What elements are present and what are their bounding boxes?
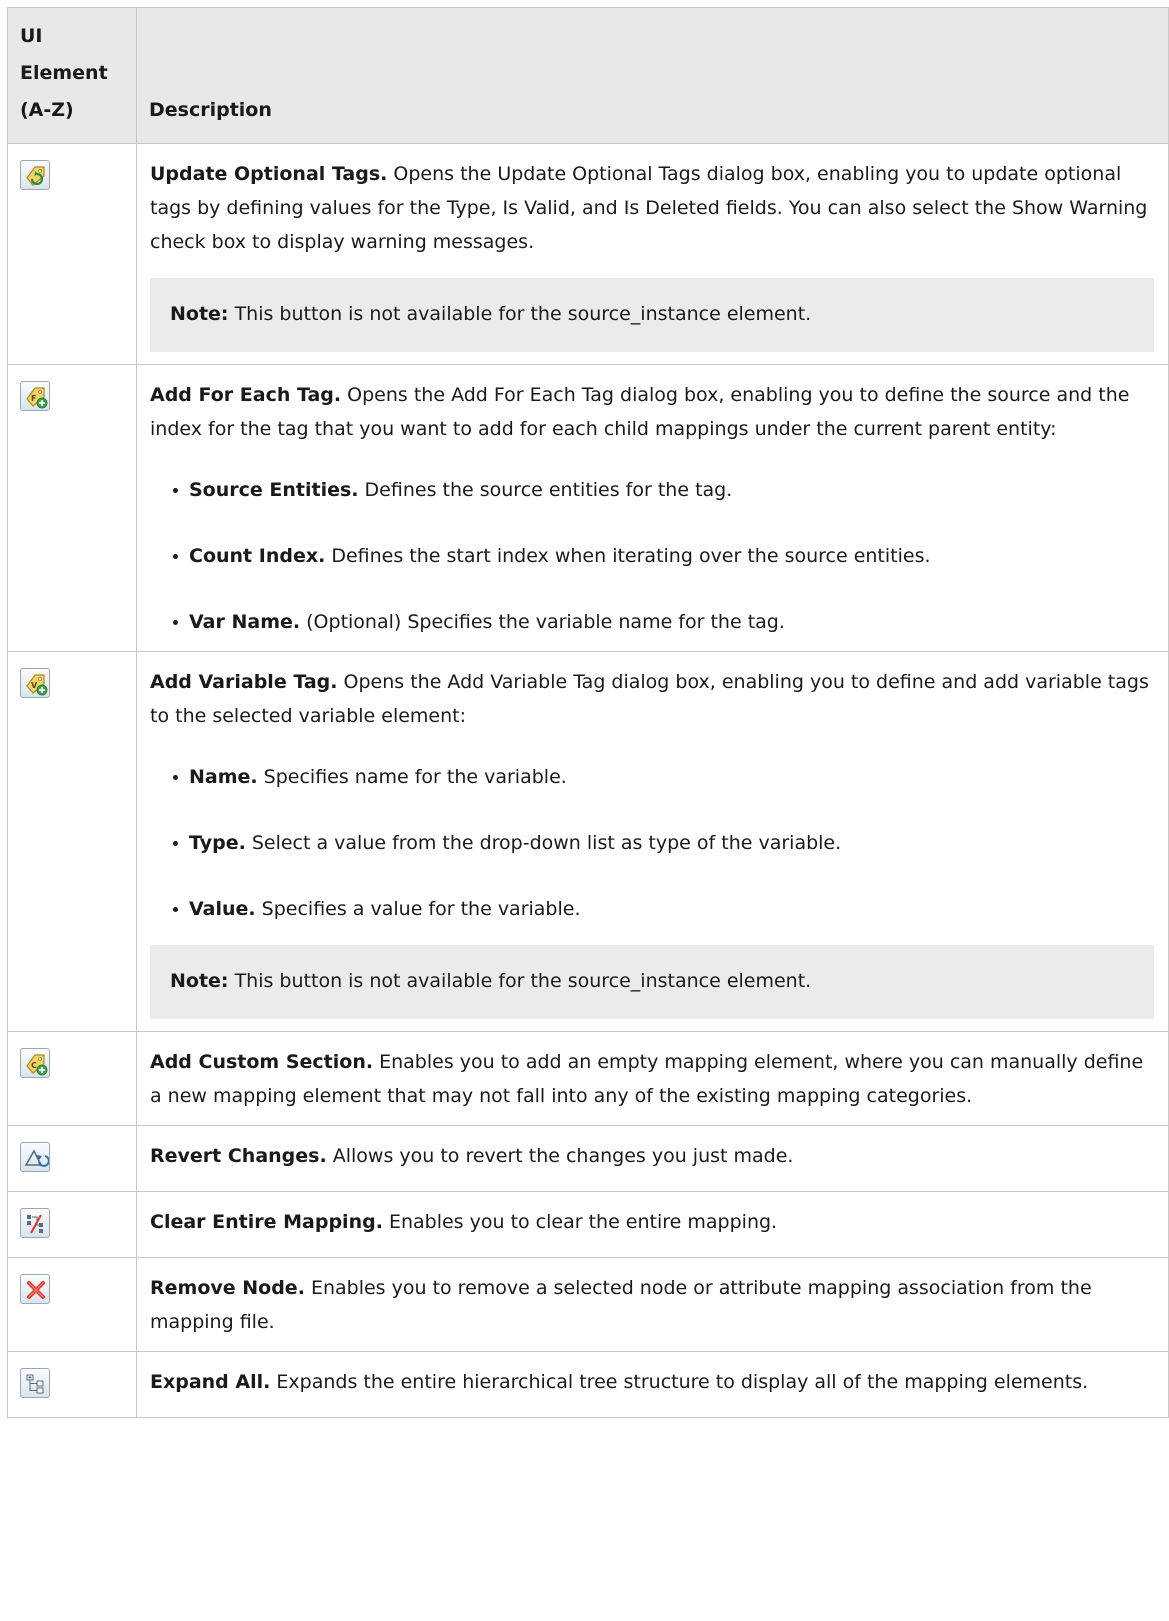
- description-cell: Revert Changes. Allows you to revert the…: [136, 1125, 1169, 1192]
- header-ui-element: UI Element (A-Z): [7, 7, 137, 144]
- list-item: Source Entities. Defines the source enti…: [150, 473, 1154, 507]
- note-label: Note:: [170, 970, 229, 992]
- table-row: Update Optional Tags. Opens the Update O…: [7, 143, 1169, 365]
- ui-elements-table: UI Element (A-Z) Description Update Opti…: [7, 7, 1169, 1418]
- bullet-title: Type.: [189, 832, 246, 854]
- icon-cell: [7, 1191, 137, 1258]
- bullet-text: Defines the start index when iterating o…: [325, 545, 931, 567]
- row-title: Clear Entire Mapping.: [150, 1211, 383, 1233]
- icon-cell: [7, 1257, 137, 1352]
- bullet-icon: [173, 841, 178, 846]
- icon-cell: [7, 1351, 137, 1418]
- bullet-title: Value.: [189, 898, 256, 920]
- bullet-icon: [173, 620, 178, 625]
- bullet-icon: [173, 488, 178, 493]
- expand-all-icon[interactable]: [20, 1368, 50, 1398]
- table-row: Remove Node. Enables you to remove a sel…: [7, 1257, 1169, 1352]
- row-title: Add Custom Section.: [150, 1051, 374, 1073]
- note-label: Note:: [170, 303, 229, 325]
- table-row: Expand All. Expands the entire hierarchi…: [7, 1351, 1169, 1418]
- bullet-text: Select a value from the drop-down list a…: [245, 832, 842, 854]
- table-row: C Add Custom Section. Enables you to add…: [7, 1031, 1169, 1126]
- bullet-icon: [173, 907, 178, 912]
- note-text: This button is not available for the sou…: [228, 303, 812, 325]
- table-row: Clear Entire Mapping. Enables you to cle…: [7, 1191, 1169, 1258]
- row-description: Expand All. Expands the entire hierarchi…: [150, 1365, 1154, 1399]
- row-title: Revert Changes.: [150, 1145, 327, 1167]
- header-ui-element-line3: (A-Z): [20, 99, 74, 121]
- add-custom-section-icon[interactable]: C: [20, 1048, 50, 1078]
- svg-text:C: C: [31, 1061, 37, 1070]
- description-cell: Update Optional Tags. Opens the Update O…: [136, 143, 1169, 365]
- row-text: Allows you to revert the changes you jus…: [326, 1145, 794, 1167]
- bullet-title: Name.: [189, 766, 258, 788]
- description-cell: Clear Entire Mapping. Enables you to cle…: [136, 1191, 1169, 1258]
- row-description: Add For Each Tag. Opens the Add For Each…: [150, 378, 1154, 446]
- bullet-icon: [173, 554, 178, 559]
- remove-node-icon[interactable]: [20, 1274, 50, 1304]
- revert-changes-icon[interactable]: [20, 1142, 50, 1172]
- icon-cell: [7, 143, 137, 365]
- note-box: Note: This button is not available for t…: [150, 945, 1154, 1019]
- table-row: V Add Variable Tag. Opens the Add Variab…: [7, 651, 1169, 1032]
- description-cell: Remove Node. Enables you to remove a sel…: [136, 1257, 1169, 1352]
- update-optional-tags-icon[interactable]: [20, 160, 50, 190]
- row-text: Enables you to clear the entire mapping.: [382, 1211, 778, 1233]
- icon-cell: F: [7, 364, 137, 652]
- row-title: Add Variable Tag.: [150, 671, 338, 693]
- description-cell: Add For Each Tag. Opens the Add For Each…: [136, 364, 1169, 652]
- icon-cell: C: [7, 1031, 137, 1126]
- bullet-list: Name. Specifies name for the variable. T…: [150, 760, 1154, 926]
- row-description: Add Custom Section. Enables you to add a…: [150, 1045, 1154, 1113]
- table-row: Revert Changes. Allows you to revert the…: [7, 1125, 1169, 1192]
- bullet-list: Source Entities. Defines the source enti…: [150, 473, 1154, 639]
- bullet-text: Defines the source entities for the tag.: [358, 479, 733, 501]
- icon-cell: [7, 1125, 137, 1192]
- table-row: F Add For Each Tag. Opens the Add For Ea…: [7, 364, 1169, 652]
- list-item: Type. Select a value from the drop-down …: [150, 826, 1154, 860]
- bullet-text: Specifies name for the variable.: [257, 766, 567, 788]
- header-description: Description: [136, 7, 1169, 144]
- row-text: Expands the entire hierarchical tree str…: [270, 1371, 1089, 1393]
- note-box: Note: This button is not available for t…: [150, 278, 1154, 352]
- header-ui-element-line2: Element: [20, 62, 108, 84]
- row-title: Update Optional Tags.: [150, 163, 388, 185]
- page: UI Element (A-Z) Description Update Opti…: [0, 0, 1169, 1418]
- row-title: Add For Each Tag.: [150, 384, 342, 406]
- bullet-text: Specifies a value for the variable.: [255, 898, 581, 920]
- note-text: This button is not available for the sou…: [228, 970, 812, 992]
- svg-text:F: F: [31, 394, 36, 403]
- description-cell: Add Variable Tag. Opens the Add Variable…: [136, 651, 1169, 1032]
- description-cell: Add Custom Section. Enables you to add a…: [136, 1031, 1169, 1126]
- row-description: Revert Changes. Allows you to revert the…: [150, 1139, 1154, 1173]
- bullet-icon: [173, 775, 178, 780]
- bullet-title: Var Name.: [189, 611, 301, 633]
- icon-cell: V: [7, 651, 137, 1032]
- bullet-title: Count Index.: [189, 545, 326, 567]
- add-for-each-tag-icon[interactable]: F: [20, 381, 50, 411]
- list-item: Var Name. (Optional) Specifies the varia…: [150, 605, 1154, 639]
- header-ui-element-line1: UI: [20, 25, 43, 47]
- row-title: Remove Node.: [150, 1277, 305, 1299]
- row-description: Update Optional Tags. Opens the Update O…: [150, 157, 1154, 259]
- description-cell: Expand All. Expands the entire hierarchi…: [136, 1351, 1169, 1418]
- bullet-title: Source Entities.: [189, 479, 359, 501]
- list-item: Count Index. Defines the start index whe…: [150, 539, 1154, 573]
- add-variable-tag-icon[interactable]: V: [20, 668, 50, 698]
- row-description: Add Variable Tag. Opens the Add Variable…: [150, 665, 1154, 733]
- table-header-row: UI Element (A-Z) Description: [7, 7, 1169, 144]
- row-description: Clear Entire Mapping. Enables you to cle…: [150, 1205, 1154, 1239]
- bullet-text: (Optional) Specifies the variable name f…: [300, 611, 785, 633]
- list-item: Name. Specifies name for the variable.: [150, 760, 1154, 794]
- clear-entire-mapping-icon[interactable]: [20, 1208, 50, 1238]
- row-title: Expand All.: [150, 1371, 271, 1393]
- list-item: Value. Specifies a value for the variabl…: [150, 892, 1154, 926]
- row-description: Remove Node. Enables you to remove a sel…: [150, 1271, 1154, 1339]
